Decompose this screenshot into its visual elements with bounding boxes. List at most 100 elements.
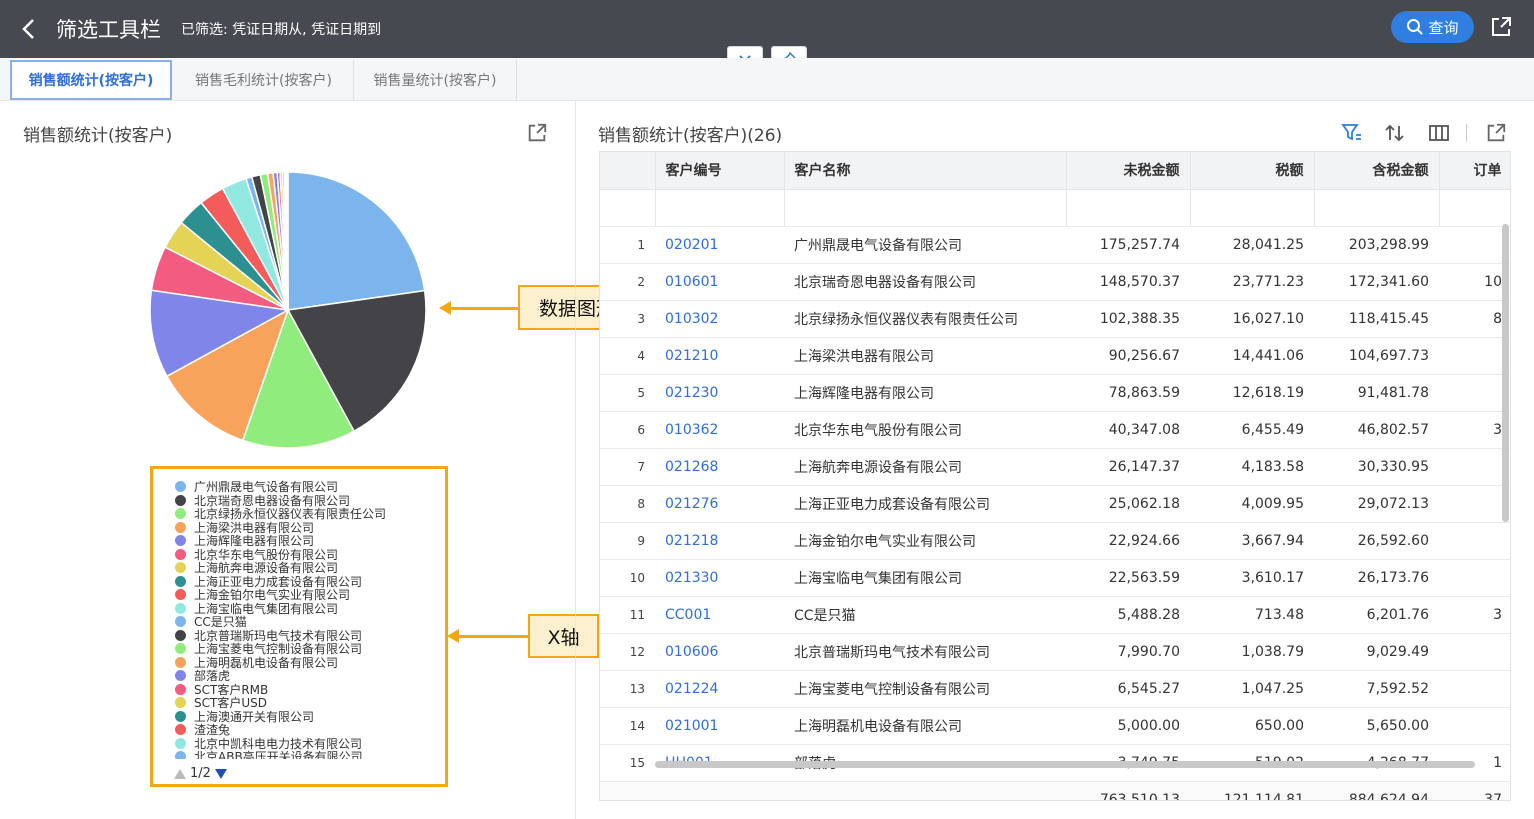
table-row[interactable]: 5 021230 上海辉隆电器有限公司 78,863.59 12,618.19 91,48… <box>600 374 1510 412</box>
legend-page-indicator: 1/2 <box>190 766 211 781</box>
back-arrow-icon[interactable] <box>18 17 40 41</box>
table-row[interactable]: 2 010601 北京瑞奇恩电器设备有限公司 148,570.37 23,771.23 1… <box>600 263 1510 301</box>
search-icon <box>1407 19 1424 35</box>
table-row[interactable]: 11 CC001 CC是只猫 5,488.28 713.48 6,201.76 3 <box>600 596 1510 634</box>
query-button[interactable]: 查询 <box>1391 11 1474 43</box>
customer-code-link[interactable]: CC001 <box>665 607 711 623</box>
tab-sales-volume[interactable]: 销售量统计(按客户) <box>354 60 517 100</box>
customer-code-link[interactable]: 021268 <box>665 459 718 475</box>
share-icon[interactable] <box>526 122 548 144</box>
table-row[interactable]: 13 021224 上海宝菱电气控制设备有限公司 6,545.27 1,047.25 7,… <box>600 670 1510 708</box>
customer-code-link[interactable]: 010362 <box>665 422 718 438</box>
customer-code-cell[interactable]: CC001 <box>655 596 784 634</box>
pie-slice[interactable] <box>287 171 426 311</box>
customer-name-cell: 上海正亚电力成套设备有限公司 <box>784 485 1066 523</box>
table-row[interactable]: 7 021268 上海航奔电源设备有限公司 26,147.37 4,183.58 30,3… <box>600 448 1510 486</box>
pre-tax-cell: 78,863.59 <box>1066 374 1190 412</box>
customer-code-link[interactable]: 021330 <box>665 570 718 586</box>
customer-code-link[interactable]: 021224 <box>665 681 718 697</box>
table-row[interactable]: 3 010302 北京绿扬永恒仪器仪表有限责任公司 102,388.35 16,027.… <box>600 300 1510 338</box>
table-row[interactable]: 6 010362 北京华东电气股份有限公司 40,347.08 6,455.49 46,8… <box>600 411 1510 449</box>
customer-code-cell[interactable]: 010362 <box>655 411 784 449</box>
columns-icon[interactable] <box>1428 122 1450 144</box>
customer-name-cell: 上海宝菱电气控制设备有限公司 <box>784 670 1066 708</box>
legend-color-dot <box>175 589 186 601</box>
header-customer-name[interactable]: 客户名称 <box>784 152 1067 190</box>
totals-index <box>600 780 655 800</box>
table-row[interactable]: 1 020201 广州鼎晟电气设备有限公司 175,257.74 28,041.25 20… <box>600 226 1510 264</box>
customer-code-cell[interactable]: 021330 <box>655 559 784 597</box>
pre-tax-cell: 25,062.18 <box>1066 485 1190 523</box>
legend-color-dot <box>175 562 186 574</box>
legend-color-dot <box>175 535 186 547</box>
header-pre-tax[interactable]: 未税金额 <box>1066 152 1191 190</box>
order-cell <box>1439 448 1510 486</box>
table-row[interactable]: 4 021210 上海梁洪电器有限公司 90,256.67 14,441.06 104,6… <box>600 337 1510 375</box>
filter-cell[interactable] <box>1314 189 1440 227</box>
customer-code-cell[interactable]: 010606 <box>655 633 784 671</box>
legend-color-dot <box>175 548 186 560</box>
customer-code-link[interactable]: 021276 <box>665 496 718 512</box>
total-tax: 121,114.81 <box>1190 780 1314 800</box>
pre-tax-cell: 90,256.67 <box>1066 337 1190 375</box>
customer-code-cell[interactable]: 021224 <box>655 670 784 708</box>
customer-code-cell[interactable]: 021276 <box>655 485 784 523</box>
customer-code-cell[interactable]: 021210 <box>655 337 784 375</box>
filter-cell[interactable] <box>1190 189 1315 227</box>
tab-sales-amount[interactable]: 销售额统计(按客户) <box>10 60 172 100</box>
sort-icon[interactable] <box>1384 122 1406 144</box>
legend-color-dot <box>175 643 186 655</box>
totals-row: 763,510.13 121,114.81 884,624.94 37 <box>600 780 1510 800</box>
legend-color-dot <box>175 508 186 520</box>
header-total[interactable]: 含税金额 <box>1314 152 1440 190</box>
order-cell: 8 <box>1439 300 1510 338</box>
pre-tax-cell: 22,563.59 <box>1066 559 1190 597</box>
tab-sales-margin[interactable]: 销售毛利统计(按客户) <box>174 60 354 100</box>
customer-code-cell[interactable]: 021230 <box>655 374 784 412</box>
table-row[interactable]: 12 010606 北京普瑞斯玛电气技术有限公司 7,990.70 1,038.79 9,… <box>600 633 1510 671</box>
header-customer-code[interactable]: 客户编号 <box>655 152 785 190</box>
toolbar-separator <box>1466 124 1467 142</box>
table-row[interactable]: 9 021218 上海金铂尔电气实业有限公司 22,924.66 3,667.94 26,… <box>600 522 1510 560</box>
filter-icon[interactable] <box>1341 122 1363 144</box>
customer-code-link[interactable]: 021230 <box>665 385 718 401</box>
page-up-icon[interactable] <box>173 768 187 780</box>
header-order[interactable]: 订单 <box>1439 152 1510 190</box>
horizontal-scrollbar[interactable] <box>655 761 1475 768</box>
vertical-scrollbar[interactable] <box>1502 224 1509 522</box>
customer-code-cell[interactable]: 021218 <box>655 522 784 560</box>
legend-color-dot <box>175 724 186 736</box>
customer-code-link[interactable]: 010606 <box>665 644 718 660</box>
page-down-icon[interactable] <box>214 768 228 780</box>
share-icon[interactable] <box>1489 15 1513 39</box>
legend-color-dot <box>175 656 186 668</box>
filter-cell[interactable] <box>1066 189 1191 227</box>
customer-code-link[interactable]: 021218 <box>665 533 718 549</box>
legend-panel: 广州鼎晟电气设备有限公司 北京瑞奇恩电器设备有限公司 北京绿扬永恒仪器仪表有限责任公… <box>150 466 448 787</box>
customer-code-link[interactable]: 010302 <box>665 311 718 327</box>
legend-list: 广州鼎晟电气设备有限公司 北京瑞奇恩电器设备有限公司 北京绿扬永恒仪器仪表有限责任公… <box>175 480 445 759</box>
customer-code-link[interactable]: 021001 <box>665 718 718 734</box>
legend-item[interactable]: 北京ABB高压开关设备有限公司 <box>175 750 445 759</box>
order-cell: 10 <box>1439 263 1510 301</box>
filter-cell[interactable] <box>1439 189 1510 227</box>
header-tax[interactable]: 税额 <box>1190 152 1315 190</box>
order-cell: 3 <box>1439 411 1510 449</box>
filter-cell[interactable] <box>784 189 1067 227</box>
pie-slice[interactable] <box>286 171 289 311</box>
filter-cell[interactable] <box>655 189 785 227</box>
customer-code-link[interactable]: 010601 <box>665 274 718 290</box>
pie-chart <box>149 171 427 449</box>
table-row[interactable]: 8 021276 上海正亚电力成套设备有限公司 25,062.18 4,009.95 29… <box>600 485 1510 523</box>
customer-code-cell[interactable]: 020201 <box>655 226 784 264</box>
customer-code-link[interactable]: 020201 <box>665 237 718 253</box>
share-icon[interactable] <box>1485 122 1507 144</box>
customer-code-cell[interactable]: 010302 <box>655 300 784 338</box>
pre-tax-cell: 5,488.28 <box>1066 596 1190 634</box>
table-row[interactable]: 14 021001 上海明磊机电设备有限公司 5,000.00 650.00 5,650.… <box>600 707 1510 745</box>
table-row[interactable]: 10 021330 上海宝临电气集团有限公司 22,563.59 3,610.17 26,… <box>600 559 1510 597</box>
customer-code-link[interactable]: 021210 <box>665 348 718 364</box>
customer-code-cell[interactable]: 010601 <box>655 263 784 301</box>
customer-code-cell[interactable]: 021001 <box>655 707 784 745</box>
customer-code-cell[interactable]: 021268 <box>655 448 784 486</box>
